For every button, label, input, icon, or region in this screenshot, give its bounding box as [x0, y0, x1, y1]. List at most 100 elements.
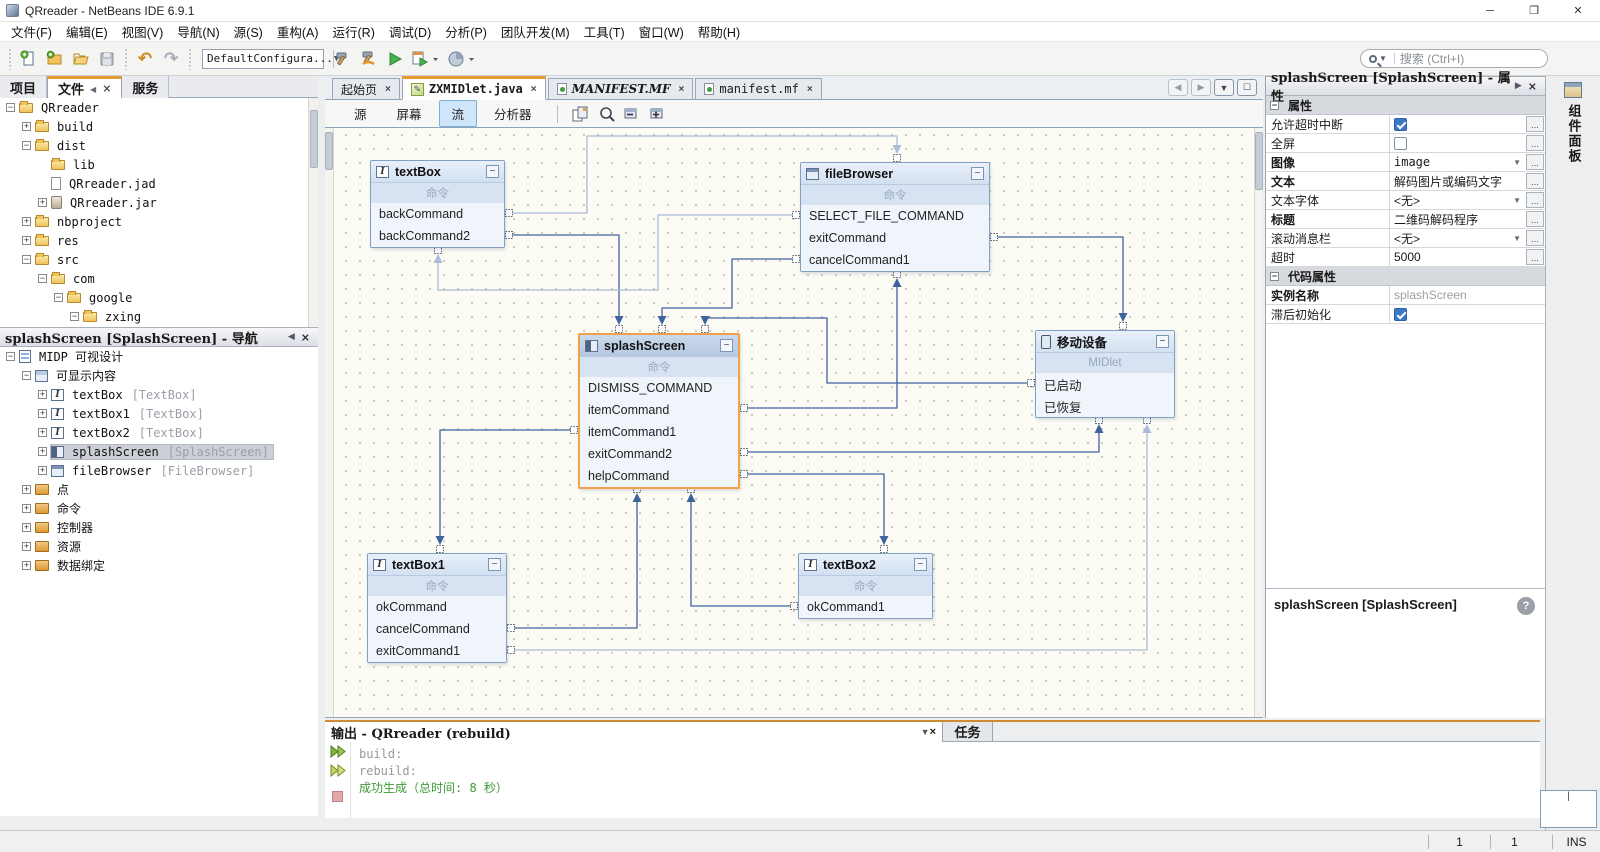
close-tab-icon[interactable]: × — [679, 84, 685, 95]
clean-build-button[interactable] — [357, 47, 381, 71]
ellipsis-button[interactable]: ... — [1526, 135, 1544, 151]
property-combo[interactable]: <无>▼ — [1390, 192, 1525, 209]
ellipsis-button[interactable]: ... — [1526, 192, 1544, 208]
collapse-toggle-icon[interactable]: − — [6, 352, 15, 361]
redo-button[interactable]: ↷ — [159, 47, 183, 71]
flow-box-textBox1[interactable]: textBox1−命令okCommandcancelCommandexitCom… — [367, 553, 507, 663]
flow-command-已启动[interactable]: 已启动 — [1036, 373, 1174, 395]
collapse-toggle-icon[interactable]: − — [22, 141, 31, 150]
menu-item-文件(F)[interactable]: 文件(F) — [4, 20, 59, 43]
expand-all-icon[interactable] — [648, 104, 670, 124]
minimize-panel-icon[interactable]: ◀ — [285, 332, 298, 342]
flow-command-okCommand[interactable]: okCommand — [368, 596, 506, 618]
flow-command-itemCommand[interactable]: itemCommand — [580, 399, 738, 421]
port-marker[interactable] — [991, 234, 998, 241]
new-file-button[interactable] — [17, 47, 41, 71]
tree-item-数据绑定[interactable]: +数据绑定 — [0, 556, 318, 575]
close-button[interactable]: ✕ — [1556, 0, 1600, 21]
view-button-流[interactable]: 流 — [439, 100, 478, 127]
menu-item-视图(V)[interactable]: 视图(V) — [115, 20, 171, 43]
flow-box-textBox2[interactable]: textBox2−命令okCommand1 — [798, 553, 933, 619]
canvas-right-scrollbar[interactable] — [1254, 128, 1263, 718]
connector-line[interactable] — [705, 316, 1028, 383]
expand-toggle-icon[interactable]: + — [38, 466, 47, 475]
ellipsis-button[interactable]: ... — [1526, 173, 1544, 189]
property-row-超时[interactable]: 超时5000... — [1266, 248, 1545, 267]
port-marker[interactable] — [793, 256, 800, 263]
port-marker[interactable] — [506, 210, 513, 217]
property-row-滚动消息栏[interactable]: 滚动消息栏<无>▼... — [1266, 229, 1545, 248]
expand-toggle-icon[interactable]: + — [38, 390, 47, 399]
flow-box-textBox[interactable]: textBox−命令backCommandbackCommand2 — [370, 160, 505, 248]
property-row-允许超时中断[interactable]: 允许超时中断... — [1266, 115, 1545, 134]
port-marker[interactable] — [1120, 323, 1127, 330]
tree-item-QRreader[interactable]: −QRreader — [0, 98, 318, 117]
property-value[interactable]: 5000 — [1390, 248, 1525, 266]
minimize-box-icon[interactable]: − — [971, 167, 984, 180]
help-icon[interactable]: ? — [1517, 597, 1535, 615]
view-button-源[interactable]: 源 — [341, 100, 380, 127]
save-all-button[interactable] — [95, 47, 119, 71]
port-marker[interactable] — [508, 647, 515, 654]
expand-toggle-icon[interactable]: + — [22, 561, 31, 570]
port-marker[interactable] — [894, 155, 901, 162]
rerun-rebuild-icon[interactable] — [330, 764, 346, 777]
palette-collapsed-tab[interactable]: 组件面板 — [1561, 82, 1585, 164]
collapse-toggle-icon[interactable]: − — [70, 312, 79, 321]
connector-line[interactable] — [997, 237, 1123, 313]
minimize-box-icon[interactable]: − — [488, 558, 501, 571]
menu-item-工具(T)[interactable]: 工具(T) — [577, 20, 632, 43]
flow-box-mobileDevice[interactable]: 移动设备−MIDlet已启动已恢复 — [1035, 330, 1175, 418]
port-marker[interactable] — [791, 603, 798, 610]
output-tab[interactable]: 输出 - QRreader (rebuild) ▼ × — [325, 722, 943, 742]
port-marker[interactable] — [741, 405, 748, 412]
ellipsis-button[interactable]: ... — [1526, 211, 1544, 227]
collapse-toggle-icon[interactable]: − — [38, 274, 47, 283]
flow-command-backCommand[interactable]: backCommand — [371, 203, 504, 225]
collapse-toggle-icon[interactable]: − — [6, 103, 15, 112]
connector-line[interactable] — [691, 502, 791, 606]
flow-box-splashScreen[interactable]: splashScreen−命令DISMISS_COMMANDitemComman… — [578, 333, 740, 489]
zoom-icon[interactable] — [596, 104, 618, 124]
port-marker[interactable] — [741, 471, 748, 478]
property-row-文本字体[interactable]: 文本字体<无>▼... — [1266, 191, 1545, 210]
tree-item-命令[interactable]: +命令 — [0, 499, 318, 518]
scroll-tabs-right-icon[interactable]: ▶ — [1191, 79, 1211, 96]
expand-toggle-icon[interactable]: + — [22, 236, 31, 245]
menu-item-分析(P)[interactable]: 分析(P) — [438, 20, 494, 43]
ellipsis-button[interactable]: ... — [1526, 154, 1544, 170]
output-log[interactable]: build:rebuild:成功生成（总时间: 8 秒） — [351, 742, 516, 818]
editor-tab-ZXMIDlet.java[interactable]: ZXMIDlet.java× — [402, 76, 546, 100]
flow-command-exitCommand2[interactable]: exitCommand2 — [580, 443, 738, 465]
view-button-屏幕[interactable]: 屏幕 — [384, 100, 435, 127]
scroll-tabs-left-icon[interactable]: ◀ — [1168, 79, 1188, 96]
collapse-all-icon[interactable] — [622, 104, 644, 124]
tab-list-dropdown-icon[interactable]: ▼ — [1214, 79, 1234, 96]
property-combo[interactable]: image▼ — [1390, 154, 1525, 171]
tree-item-QRreader.jad[interactable]: −QRreader.jad — [0, 174, 318, 193]
tree-item-google[interactable]: −google — [0, 288, 318, 307]
profile-button[interactable] — [445, 47, 479, 71]
checkbox-unchecked-icon[interactable] — [1394, 137, 1407, 150]
flow-command-exitCommand1[interactable]: exitCommand1 — [368, 640, 506, 662]
minimize-panel-icon[interactable]: ◀ — [90, 84, 96, 94]
tree-item-build[interactable]: +build — [0, 117, 318, 136]
expand-toggle-icon[interactable]: + — [22, 504, 31, 513]
flow-command-SELECT_FILE_COMMAND[interactable]: SELECT_FILE_COMMAND — [801, 205, 989, 227]
expand-toggle-icon[interactable]: + — [22, 523, 31, 532]
menu-item-团队开发(M)[interactable]: 团队开发(M) — [494, 20, 577, 43]
expand-toggle-icon[interactable]: + — [38, 409, 47, 418]
document-palette-icon[interactable] — [570, 104, 592, 124]
canvas-left-scrollbar[interactable] — [325, 128, 334, 718]
ellipsis-button[interactable]: ... — [1526, 116, 1544, 132]
minimize-box-icon[interactable]: − — [1156, 335, 1169, 348]
connector-line[interactable] — [747, 287, 897, 408]
checkbox-checked-icon[interactable] — [1394, 118, 1407, 131]
port-marker[interactable] — [793, 212, 800, 219]
editor-tab-起始页[interactable]: 起始页× — [332, 78, 400, 99]
expand-toggle-icon[interactable]: + — [22, 122, 31, 131]
tree-item-splashScreen[interactable]: +splashScreen[SplashScreen] — [0, 442, 318, 461]
property-row-图像[interactable]: 图像image▼... — [1266, 153, 1545, 172]
close-panel-icon[interactable]: × — [102, 82, 111, 95]
editor-tab-manifest.mf[interactable]: manifest.mf× — [695, 78, 821, 99]
